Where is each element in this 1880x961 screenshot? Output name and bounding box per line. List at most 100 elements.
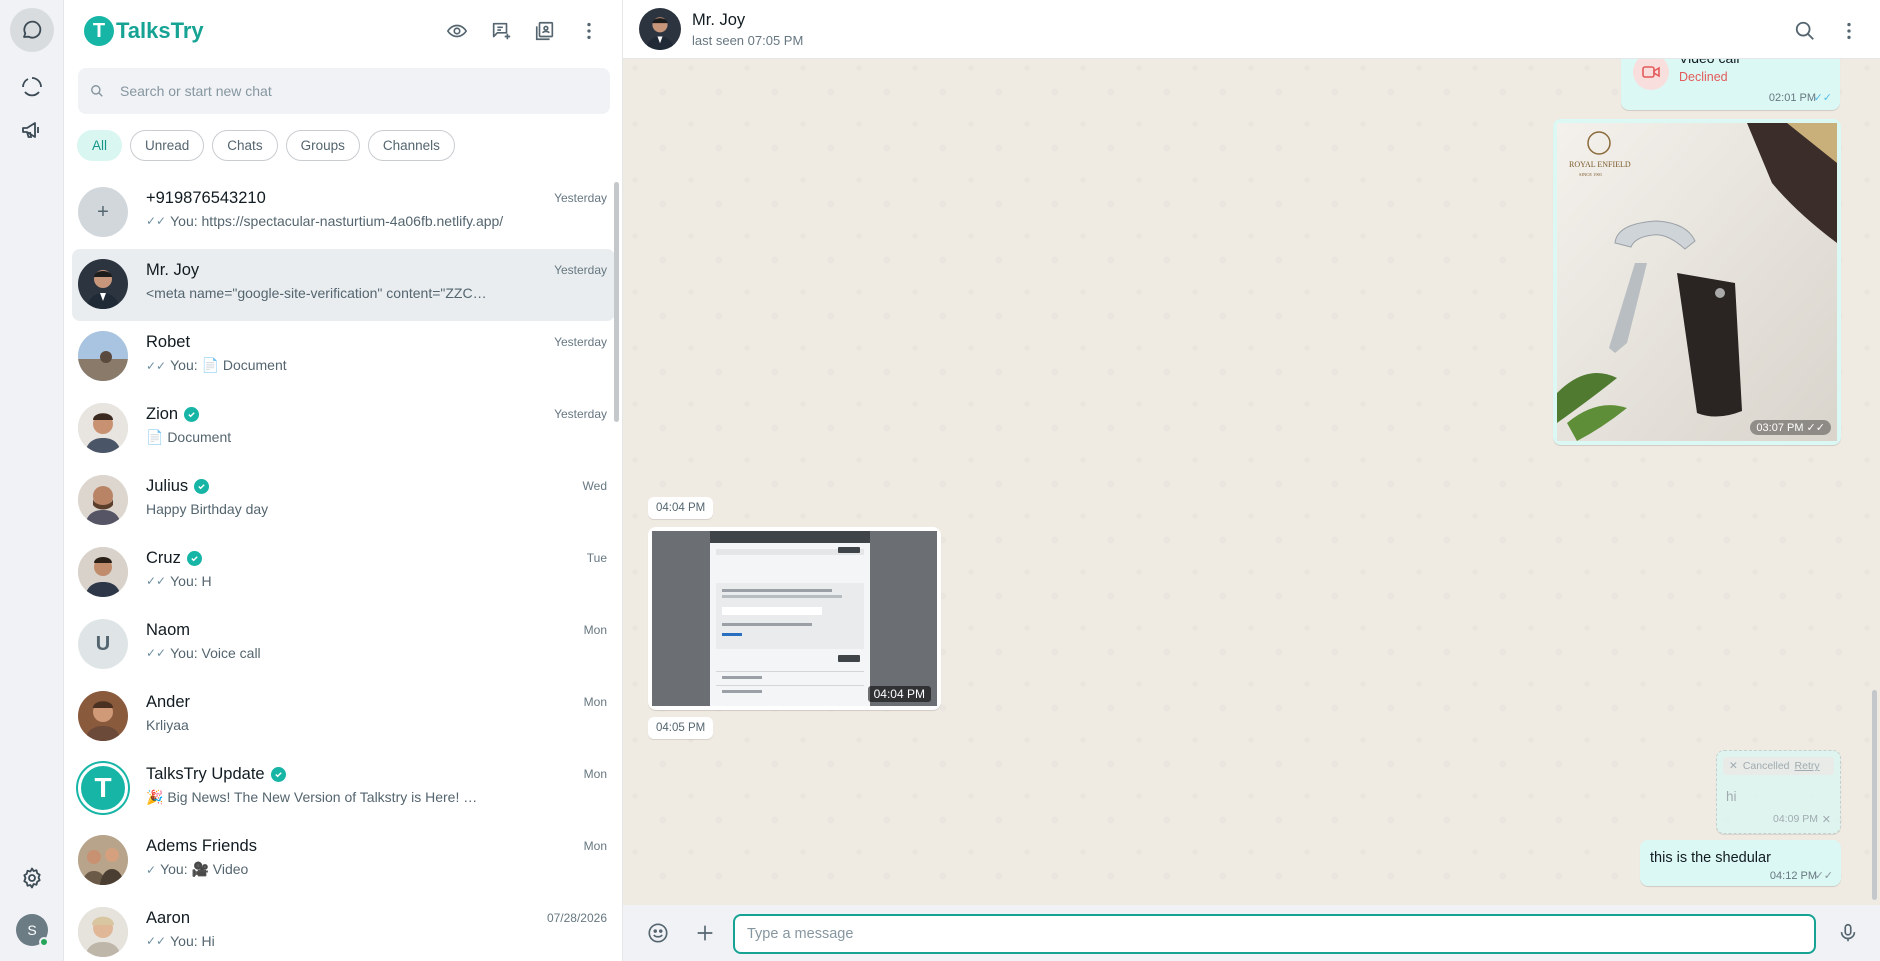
search-input[interactable] — [120, 83, 590, 99]
nav-rail: S — [0, 0, 64, 961]
search-messages-button[interactable] — [1790, 14, 1820, 48]
filter-chips: All Unread Chats Groups Channels — [77, 130, 455, 161]
chat-item-talkstry-update[interactable]: T TalksTry Update Mon 🎉 Big News! The Ne… — [72, 753, 615, 825]
message-bubble-outgoing[interactable]: this is the shedular 04:12 PM ✓✓ — [1640, 840, 1841, 886]
chat-item-zion[interactable]: Zion Yesterday 📄 Document — [72, 393, 615, 465]
filter-all[interactable]: All — [77, 130, 123, 161]
talkstry-logo-icon: T — [84, 16, 114, 46]
filter-chats[interactable]: Chats — [212, 130, 278, 161]
chat-time: Mon — [583, 839, 607, 853]
chats-nav-button[interactable] — [10, 8, 54, 52]
message-time: 02:01 PM — [1768, 92, 1816, 104]
chat-item-ander[interactable]: Ander Mon Krliyaa — [72, 681, 615, 753]
image-brand-subtext: SINCE 1901 — [1579, 172, 1602, 177]
search-icon — [1795, 21, 1814, 40]
avatar — [78, 547, 128, 597]
filter-groups[interactable]: Groups — [285, 130, 360, 161]
avatar — [78, 691, 128, 741]
profile-initial: S — [27, 922, 37, 938]
voice-message-button[interactable] — [1829, 916, 1867, 950]
verified-badge-icon — [194, 479, 210, 494]
close-icon: ✕ — [1729, 760, 1738, 772]
chat-preview: ✓✓ You: 📄 Document — [146, 357, 526, 374]
avatar — [78, 331, 128, 381]
chat-item-julius[interactable]: Julius Wed Happy Birthday day — [72, 465, 615, 537]
filter-unread[interactable]: Unread — [130, 130, 205, 161]
avatar: U — [78, 619, 128, 669]
chat-preview-text: Happy Birthday day — [146, 501, 269, 517]
attach-button[interactable] — [686, 916, 724, 950]
contact-avatar[interactable] — [639, 8, 681, 50]
chat-preview: <meta name="google-site-verification" co… — [146, 285, 526, 301]
emoji-button[interactable] — [639, 916, 677, 950]
avatar-photo — [78, 259, 128, 309]
read-ticks-icon: ✓✓ — [146, 646, 167, 660]
conversation-scrollbar[interactable] — [1872, 690, 1877, 900]
image-message-outgoing[interactable]: ROYAL ENFIELD SINCE 1901 03:07 PM ✓✓ — [1553, 119, 1841, 445]
message-composer — [623, 905, 1880, 961]
chat-name-text: Cruz — [146, 549, 181, 567]
chat-preview-text: You: 🎥 Video — [160, 861, 249, 877]
chat-time: Yesterday — [554, 263, 607, 277]
avatar — [78, 835, 128, 885]
chat-name-text: Ander — [146, 693, 191, 711]
message-time: 04:12 PM — [1769, 870, 1817, 882]
chat-time: Yesterday — [554, 407, 607, 421]
avatar-photo — [78, 403, 128, 453]
settings-button[interactable] — [10, 856, 54, 900]
chat-item-adems-friends[interactable]: Adems Friends Mon ✓ You: 🎥 Video — [72, 825, 615, 897]
sidebar-menu-button[interactable] — [570, 14, 608, 48]
chat-preview: 🎉 Big News! The New Version of Talkstry … — [146, 789, 526, 806]
avatar — [78, 403, 128, 453]
chat-name: Naom — [146, 621, 190, 640]
read-ticks-icon: ✓✓ — [1814, 870, 1833, 882]
chat-list-scrollbar[interactable] — [614, 182, 619, 422]
chat-preview: ✓✓ You: https://spectacular-nasturtium-4a… — [146, 213, 526, 229]
contacts-book-icon — [535, 21, 554, 41]
avatar-photo — [639, 8, 681, 50]
read-ticks-icon: ✓✓ — [1813, 92, 1832, 104]
new-chat-button[interactable] — [482, 14, 520, 48]
chat-item-mr-joy[interactable]: Mr. Joy Yesterday <meta name="google-sit… — [72, 249, 615, 321]
search-icon — [91, 85, 103, 97]
profile-avatar[interactable]: S — [16, 914, 49, 947]
avatar-photo — [78, 331, 128, 381]
chat-name-text: TalksTry Update — [146, 765, 265, 783]
chat-name: Mr. Joy — [146, 261, 199, 280]
screenshot-photo — [652, 531, 937, 706]
chat-item-aaron[interactable]: Aaron 07/28/2026 ✓✓ You: Hi — [72, 897, 615, 961]
avatar-photo — [78, 907, 128, 957]
filter-channels[interactable]: Channels — [367, 130, 455, 161]
chat-name-text: Zion — [146, 405, 179, 423]
chat-name: Zion — [146, 405, 200, 424]
chat-item-robet[interactable]: Robet Yesterday ✓✓ You: 📄 Document — [72, 321, 615, 393]
chat-preview: ✓✓ You: H — [146, 573, 526, 589]
chat-preview-text: 📄 Document — [146, 429, 232, 445]
message-input[interactable] — [733, 914, 1816, 954]
sidebar-actions — [438, 14, 608, 48]
read-ticks-icon: ✓✓ — [146, 934, 167, 948]
conversation-header[interactable]: Mr. Joy last seen 07:05 PM — [623, 0, 1880, 59]
avatar-photo — [78, 547, 128, 597]
chat-preview: Krliyaa — [146, 717, 526, 733]
app-name: TalksTry — [116, 18, 204, 43]
chat-time: Tue — [586, 551, 607, 565]
chat-preview-text: You: https://spectacular-nasturtium-4a06… — [170, 213, 504, 229]
chat-name-text: Adems Friends — [146, 837, 257, 855]
contacts-button[interactable] — [526, 14, 564, 48]
image-message-incoming[interactable]: 04:04 PM — [648, 527, 941, 710]
chat-item-919876543210[interactable]: + +919876543210 Yesterday ✓✓ You: https:/… — [72, 177, 615, 249]
chat-preview-text: 🎉 Big News! The New Version of Talkstry … — [146, 789, 478, 805]
retry-link[interactable]: Retry — [1795, 760, 1820, 772]
cancelled-message-bubble[interactable]: ✕ Cancelled Retry hi 04:09 PM ✕ — [1716, 750, 1841, 834]
channels-nav-button[interactable] — [10, 108, 54, 152]
conversation-menu-button[interactable] — [1834, 14, 1864, 48]
chat-item-naom[interactable]: U Naom Mon ✓✓ You: Voice call — [72, 609, 615, 681]
avatar-photo — [78, 475, 128, 525]
chat-time: Mon — [583, 767, 607, 781]
status-nav-button[interactable] — [10, 65, 54, 109]
chat-name: Aaron — [146, 909, 190, 928]
chat-item-cruz[interactable]: Cruz Tue ✓✓ You: H — [72, 537, 615, 609]
eye-button[interactable] — [438, 14, 476, 48]
chat-name: Cruz — [146, 549, 202, 568]
